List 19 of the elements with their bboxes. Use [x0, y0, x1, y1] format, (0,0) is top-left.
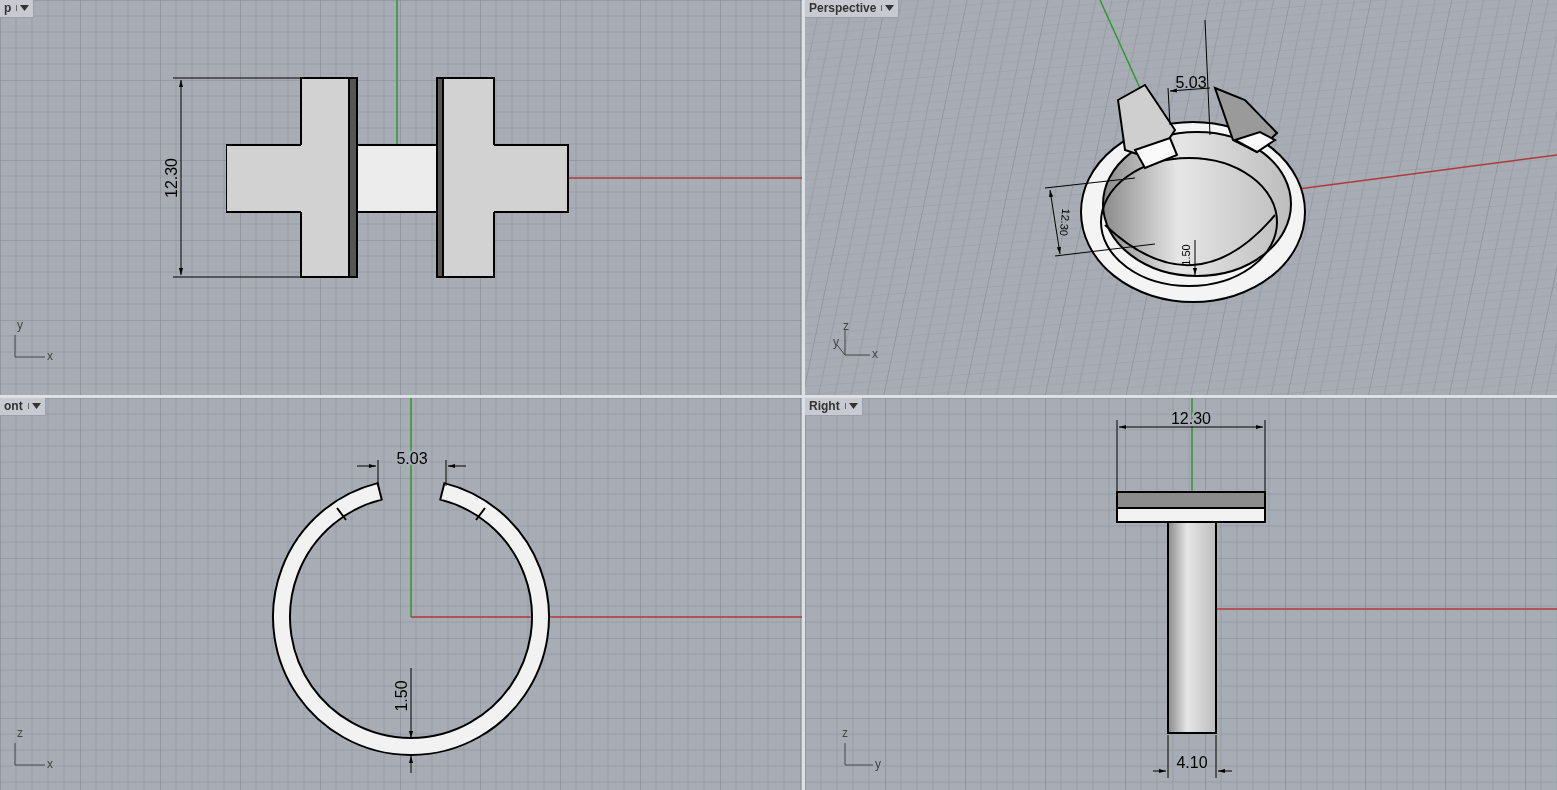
axis-label: y	[17, 318, 23, 332]
dimension-label: 1.50	[1180, 244, 1192, 266]
dimension-label: 1.50	[393, 680, 410, 712]
viewport-tab[interactable]: ont	[0, 398, 46, 416]
dimension-label: 12.30	[163, 158, 180, 198]
axis-label: z	[843, 319, 849, 333]
dimension-label: 5.03	[1175, 74, 1207, 91]
viewport-tab[interactable]: Right	[805, 398, 863, 416]
axis-label: z	[17, 726, 23, 740]
viewport-tab[interactable]: p	[0, 0, 35, 18]
axis-label: x	[47, 349, 53, 363]
dimension-label: 4.10	[1176, 754, 1208, 771]
axis-label: x	[872, 347, 878, 361]
axis-label: y	[833, 335, 839, 349]
axis-label: z	[842, 726, 848, 740]
dimension-label: 12.30	[1057, 208, 1073, 237]
axis-label: y	[875, 757, 881, 771]
axis-label: x	[47, 757, 53, 771]
viewport-tab[interactable]: Perspective	[805, 0, 900, 18]
